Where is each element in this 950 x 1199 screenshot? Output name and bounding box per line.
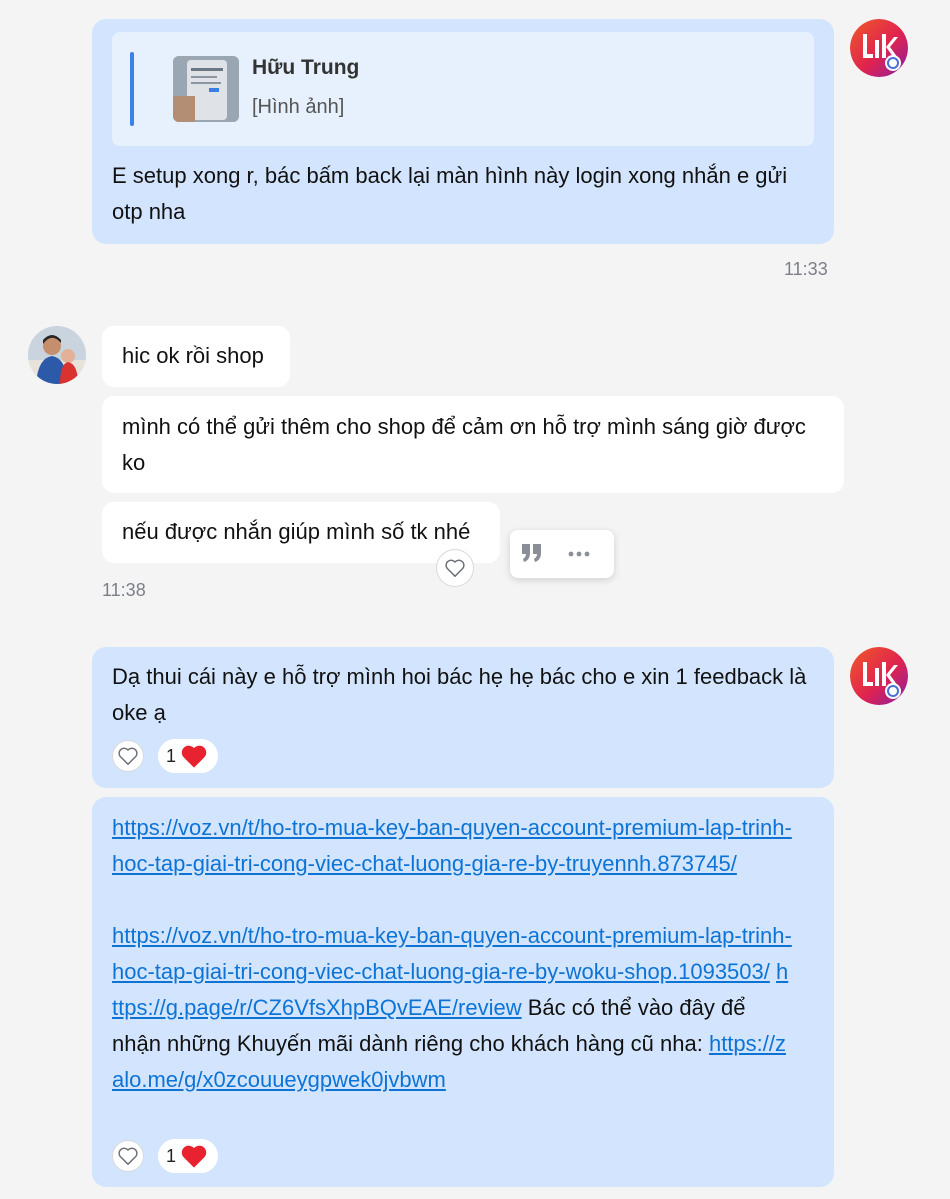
quoted-message[interactable]: Hữu Trung [Hình ảnh]	[112, 32, 814, 146]
quote-reply-button[interactable]	[520, 542, 544, 566]
reaction-count: 1	[166, 745, 177, 766]
quote-author: Hữu Trung	[252, 56, 360, 79]
my-avatar[interactable]	[850, 647, 908, 705]
like-button[interactable]	[113, 741, 143, 771]
like-button[interactable]	[113, 1141, 143, 1171]
quote-bar	[130, 52, 134, 126]
message-text: mình có thể gửi thêm cho shop để cảm ơn …	[122, 414, 806, 475]
heart-icon	[181, 1145, 207, 1168]
message-text: Dạ thui cái này e hỗ trợ mình hoi bác hẹ…	[112, 664, 807, 725]
quote-icon	[522, 544, 541, 562]
voz-thread-link[interactable]: https://voz.vn/t/ho-tro-mua-key-ban-quye…	[112, 923, 792, 984]
message-action-toolbar	[510, 530, 614, 578]
message-text: https://voz.vn/t/ho-tro-mua-key-ban-quye…	[112, 810, 792, 1098]
like-button[interactable]	[437, 550, 473, 586]
more-icon	[568, 551, 590, 557]
contact-avatar[interactable]	[28, 326, 86, 384]
message-time: 11:33	[784, 259, 828, 279]
reaction-count: 1	[166, 1145, 177, 1166]
reaction-summary[interactable]: 1	[158, 1139, 219, 1173]
heart-outline-icon	[118, 1147, 138, 1165]
voz-thread-link[interactable]: https://voz.vn/t/ho-tro-mua-key-ban-quye…	[112, 815, 792, 876]
message-text: nếu được nhắn giúp mình số tk nhé	[122, 519, 471, 544]
message-text: hic ok rồi shop	[122, 343, 264, 368]
more-options-button[interactable]	[566, 542, 594, 566]
my-avatar[interactable]	[850, 19, 908, 77]
quoted-image-thumbnail[interactable]	[173, 56, 239, 122]
quote-content: [Hình ảnh]	[252, 96, 345, 118]
heart-outline-icon	[118, 747, 138, 765]
message-time: 11:38	[102, 580, 146, 600]
reaction-summary[interactable]: 1	[158, 739, 219, 773]
message-text: E setup xong r, bác bấm back lại màn hìn…	[112, 163, 788, 224]
heart-icon	[181, 745, 207, 768]
heart-outline-icon	[445, 559, 465, 577]
